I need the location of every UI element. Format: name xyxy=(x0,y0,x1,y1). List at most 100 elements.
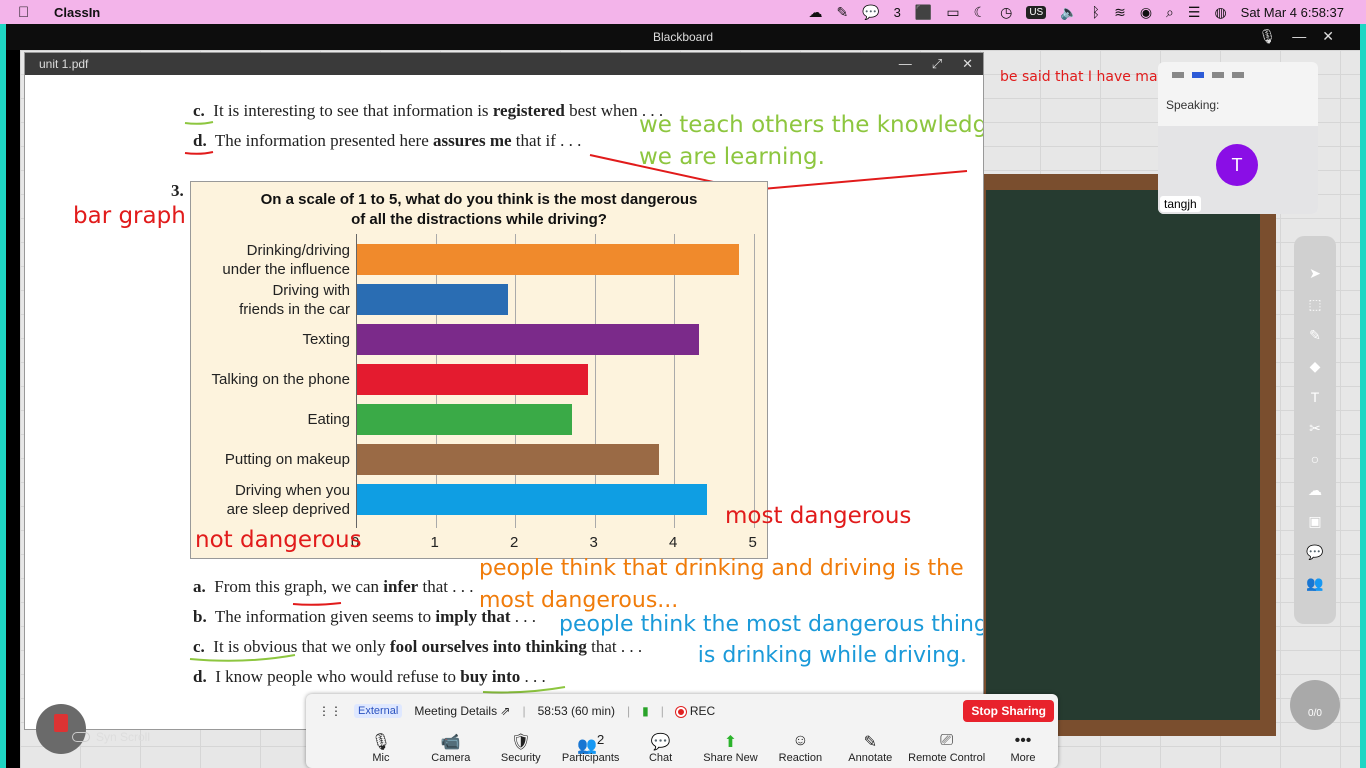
wifi-icon[interactable]: ≋ xyxy=(1114,4,1126,21)
chart-bar xyxy=(357,444,660,475)
camera-icon: 📹 xyxy=(440,734,461,751)
datetime[interactable]: Sat Mar 4 6:58:37 xyxy=(1241,5,1344,20)
drawing-toolbar: ➤ ⬚ ✎ ◆ T ✂ ○ ☁ ▣ 💬 👥 xyxy=(1294,236,1336,624)
annotation-line: is drinking while driving. xyxy=(697,643,967,668)
strip-view-icon[interactable] xyxy=(1212,72,1224,78)
close-icon[interactable]: ✕ xyxy=(1322,28,1334,45)
item-text: The information given seems to xyxy=(214,607,436,626)
question-number-text: 3. xyxy=(171,181,184,200)
time-machine-icon[interactable]: ◷ xyxy=(1000,4,1012,21)
scissors-icon[interactable]: ✂ xyxy=(1304,417,1326,439)
stop-sharing-button[interactable]: Stop Sharing xyxy=(963,700,1054,722)
keyboard-layout[interactable]: US xyxy=(1026,5,1047,19)
remote-control-button[interactable]: ⎚ Remote Control xyxy=(905,732,988,764)
rec-indicator[interactable]: REC xyxy=(675,704,715,718)
category-label-line: under the influence xyxy=(222,260,350,278)
item-text: that . . . xyxy=(418,577,474,596)
mic-icon[interactable]: 🎙 xyxy=(1258,28,1276,45)
item-letter: c. xyxy=(193,637,205,656)
share-screen-icon: ⬆ xyxy=(723,734,738,751)
marquee-icon[interactable]: ⬚ xyxy=(1304,293,1326,315)
spotlight-icon[interactable]: ⌕ xyxy=(1166,4,1174,21)
toolbox-icon[interactable]: ▣ xyxy=(1304,510,1326,532)
category-label: Eating xyxy=(190,410,350,429)
chat-button[interactable]: 💬 Chat xyxy=(626,732,696,764)
participant-count: 2 xyxy=(596,732,605,747)
pen-icon[interactable]: ✎ xyxy=(1304,324,1326,346)
annotation-not-dangerous: not dangerous xyxy=(195,527,362,553)
mic-button[interactable]: 🎙 Mic xyxy=(346,732,416,764)
participants-button[interactable]: 👥2 Participants xyxy=(556,732,626,764)
camera-button[interactable]: 📹 Camera xyxy=(416,732,486,764)
category-label-line: are sleep deprived xyxy=(226,500,350,518)
chart-title: On a scale of 1 to 5, what do you think … xyxy=(191,190,767,230)
category-label-line: Drinking/driving xyxy=(246,241,350,259)
close-icon[interactable]: ✕ xyxy=(962,56,973,72)
drag-handle-icon[interactable]: ⋮⋮ xyxy=(318,704,342,718)
participant-name: tangjh xyxy=(1160,196,1201,212)
toggle-icon[interactable] xyxy=(72,732,90,742)
raise-hand-button[interactable]: 0/0 xyxy=(1290,680,1340,730)
speaker-view-icon[interactable] xyxy=(1192,72,1204,78)
battery-icon[interactable]: ▭ xyxy=(946,4,959,21)
notification-icon[interactable]: ⬛ xyxy=(915,4,932,21)
minimize-icon[interactable]: — xyxy=(899,56,912,72)
annotation-orange: people think that drinking and driving i… xyxy=(479,553,964,617)
user-icon[interactable]: ◉ xyxy=(1140,4,1152,21)
chalkboard xyxy=(970,174,1276,736)
meeting-details-button[interactable]: Meeting Details ⇗ xyxy=(414,704,510,718)
item-text: The information presented here xyxy=(214,131,433,150)
pdf-file-icon[interactable] xyxy=(36,704,86,754)
maximize-icon[interactable]: ⤢ xyxy=(932,56,942,72)
camera-label: Camera xyxy=(431,752,471,764)
category-label-line: Driving when you xyxy=(234,481,350,499)
annotate-button[interactable]: ✎ Annotate xyxy=(835,732,905,764)
item-bottom-d: d. I know people who would refuse to buy… xyxy=(193,667,546,687)
cloud-disk-icon[interactable]: ☁ xyxy=(1304,479,1326,501)
minimize-icon[interactable]: — xyxy=(1292,28,1306,45)
wechat-icon[interactable]: 💬 xyxy=(862,4,879,21)
chart-bar xyxy=(357,484,707,515)
control-center-icon[interactable]: ☰ xyxy=(1188,4,1201,21)
reaction-button[interactable]: ☺ Reaction xyxy=(765,732,835,764)
item-letter: a. xyxy=(193,577,206,596)
select-icon[interactable]: ➤ xyxy=(1304,262,1326,284)
focus-moon-icon[interactable]: ☾ xyxy=(974,4,987,21)
chat-bubble-icon[interactable]: 💬 xyxy=(1304,541,1326,563)
participant-tile[interactable]: T tangjh xyxy=(1158,126,1318,214)
question-number: 3. xyxy=(171,181,184,201)
classin-tray-icon[interactable]: ✎ xyxy=(836,4,848,21)
security-button[interactable]: 🛡 Security xyxy=(486,732,556,764)
app-name[interactable]: ClassIn xyxy=(54,5,100,20)
text-icon[interactable]: T xyxy=(1304,386,1326,408)
bluetooth-icon[interactable]: ᛒ xyxy=(1092,4,1100,20)
gallery-view-icon[interactable] xyxy=(1232,72,1244,78)
annotation-most-dangerous: most dangerous xyxy=(725,503,912,529)
signal-icon: ▮ xyxy=(642,704,649,718)
siri-icon[interactable]: ◍ xyxy=(1214,4,1226,21)
category-label-line: Talking on the phone xyxy=(211,371,350,388)
more-button[interactable]: ••• More xyxy=(988,732,1058,764)
cloud-icon[interactable]: ☁ xyxy=(808,4,822,21)
share-new-label: Share New xyxy=(703,752,758,764)
apple-icon[interactable]:  xyxy=(18,4,40,21)
item-letter: d. xyxy=(193,131,207,150)
eraser-icon[interactable]: ◆ xyxy=(1304,355,1326,377)
share-new-button[interactable]: ⬆ Share New xyxy=(696,732,766,764)
minimize-view-icon[interactable] xyxy=(1172,72,1184,78)
users-icon[interactable]: 👥 xyxy=(1304,572,1326,594)
category-label-line: friends in the car xyxy=(239,300,350,318)
x-tick-label: 4 xyxy=(669,534,678,551)
more-dots-icon: ••• xyxy=(1014,732,1032,749)
x-tick-label: 2 xyxy=(510,534,519,551)
participants-icon: 👥2 xyxy=(577,732,605,755)
chart-bar xyxy=(357,244,739,275)
chart-bar xyxy=(357,404,572,435)
volume-icon[interactable]: 🔈 xyxy=(1060,4,1077,21)
pdf-page[interactable]: c. It is interesting to see that informa… xyxy=(25,75,983,731)
chalkboard-surface[interactable] xyxy=(986,190,1260,720)
syn-scroll-toggle[interactable]: Syn Scroll xyxy=(72,730,150,744)
shape-icon[interactable]: ○ xyxy=(1304,448,1326,470)
classin-window: Blackboard 🎙 — ✕ be said that I have mas… xyxy=(6,24,1360,768)
item-bottom-a: a. From this graph, we can infer that . … xyxy=(193,577,473,597)
